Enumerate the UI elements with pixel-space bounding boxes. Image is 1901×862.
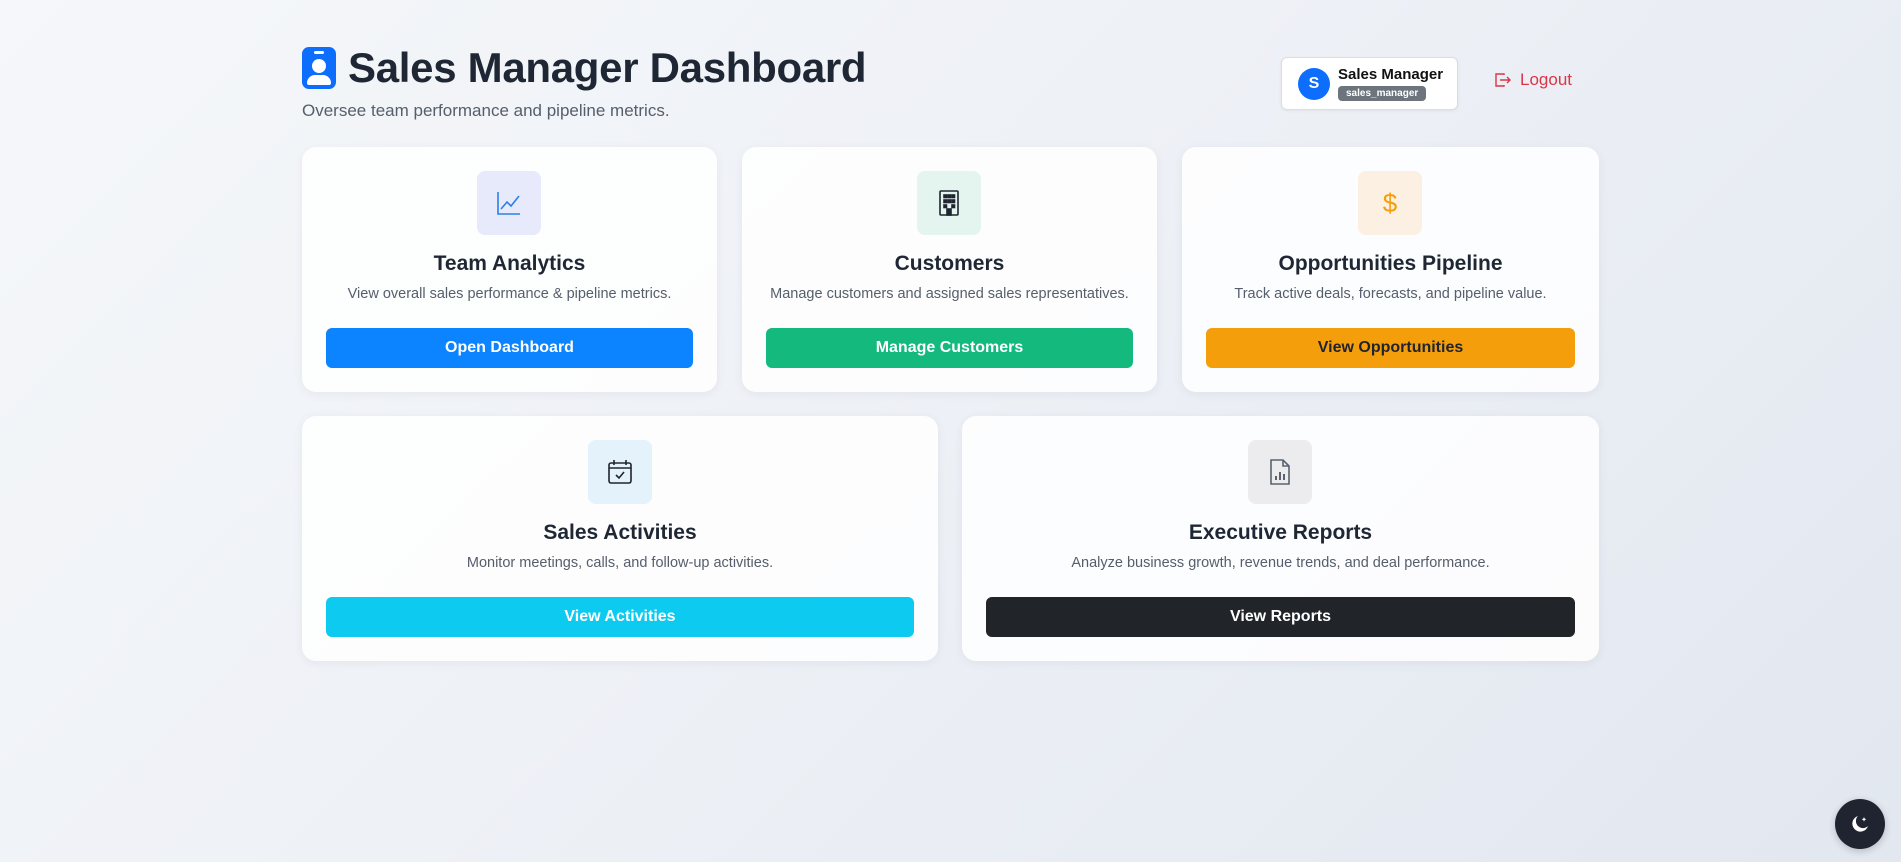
- customers-card: Customers Manage customers and assigned …: [742, 147, 1157, 392]
- card-title: Customers: [894, 252, 1005, 275]
- logout-button[interactable]: Logout: [1494, 70, 1572, 90]
- dollar-icon: $: [1382, 187, 1398, 218]
- manage-customers-button[interactable]: Manage Customers: [766, 328, 1133, 368]
- theme-toggle-button[interactable]: [1835, 799, 1885, 849]
- sales-activities-card: Sales Activities Monitor meetings, calls…: [302, 416, 938, 661]
- card-title: Opportunities Pipeline: [1278, 252, 1503, 275]
- view-activities-button[interactable]: View Activities: [326, 597, 914, 637]
- moon-stars-icon: [1852, 816, 1868, 832]
- team-analytics-card: Team Analytics View overall sales perfor…: [302, 147, 717, 392]
- card-description: Monitor meetings, calls, and follow-up a…: [466, 555, 774, 571]
- card-title: Team Analytics: [433, 252, 586, 275]
- sales-activities-icon-tile: [588, 440, 652, 504]
- user-name: Sales Manager: [1338, 66, 1444, 83]
- user-details: Sales Manager sales_manager: [1338, 66, 1443, 101]
- card-title: Sales Activities: [543, 521, 697, 544]
- file-bar-chart-icon: [1270, 459, 1290, 485]
- view-reports-button[interactable]: View Reports: [986, 597, 1575, 637]
- graph-up-icon: [497, 192, 520, 215]
- user-info: S Sales Manager sales_manager: [1281, 57, 1458, 110]
- card-description: Analyze business growth, revenue trends,…: [1071, 555, 1490, 571]
- opportunities-card: $ Opportunities Pipeline Track active de…: [1182, 147, 1599, 392]
- calendar-check-icon: [608, 460, 632, 484]
- executive-reports-card: Executive Reports Analyze business growt…: [962, 416, 1599, 661]
- avatar: S: [1298, 67, 1330, 100]
- card-description: Manage customers and assigned sales repr…: [770, 286, 1129, 302]
- card-description: View overall sales performance & pipelin…: [347, 286, 672, 302]
- logout-label: Logout: [1520, 70, 1572, 89]
- page-header: Sales Manager Dashboard Oversee team per…: [302, 0, 1599, 147]
- team-analytics-icon-tile: [477, 171, 541, 235]
- opportunities-icon-tile: $: [1358, 171, 1422, 235]
- building-icon: [939, 190, 959, 216]
- page-title: Sales Manager Dashboard: [348, 44, 867, 91]
- open-dashboard-button[interactable]: Open Dashboard: [326, 328, 693, 368]
- card-description: Track active deals, forecasts, and pipel…: [1234, 286, 1547, 302]
- role-badge: sales_manager: [1338, 86, 1427, 101]
- title-row: Sales Manager Dashboard: [302, 44, 867, 92]
- card-title: Executive Reports: [1188, 521, 1373, 544]
- view-opportunities-button[interactable]: View Opportunities: [1206, 328, 1575, 368]
- dashboard-page: Sales Manager Dashboard Oversee team per…: [302, 0, 1599, 661]
- executive-reports-icon-tile: [1248, 440, 1312, 504]
- customers-icon-tile: [917, 171, 981, 235]
- person-badge-icon: [302, 47, 336, 89]
- page-subtitle: Oversee team performance and pipeline me…: [302, 101, 670, 120]
- box-arrow-right-icon: [1495, 73, 1511, 87]
